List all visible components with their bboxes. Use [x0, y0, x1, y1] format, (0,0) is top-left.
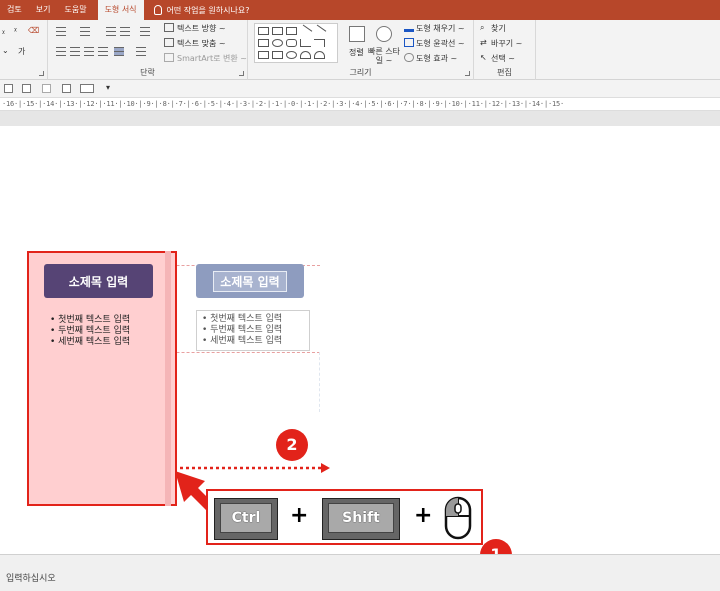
bullets-icon[interactable]	[56, 27, 66, 36]
shape-down-arrow-icon[interactable]	[272, 51, 283, 59]
arrange-icon	[349, 26, 365, 42]
quick-styles-icon	[376, 26, 392, 42]
ruler-scale: ·16·|·15·|·14·|·13·|·12·|·11·|·10·|·9·|·…	[2, 100, 565, 108]
arrange-button[interactable]: 정렬	[349, 47, 364, 58]
tab-review[interactable]: 검토	[0, 0, 29, 20]
quick-more-icon[interactable]: ▾	[106, 83, 110, 92]
shape-elbow-icon[interactable]	[314, 39, 325, 47]
columns-icon[interactable]	[136, 47, 146, 56]
replace-button[interactable]: 바꾸기 ~	[491, 38, 522, 49]
editing-group-label: 편집	[497, 68, 512, 77]
mouse-icon	[444, 496, 472, 540]
shape-arc-icon[interactable]	[300, 51, 311, 59]
align-text-button[interactable]: 텍스트 맞춤 ~	[177, 38, 226, 49]
align-text-icon	[164, 38, 174, 47]
ribbon: ᵪ ᵡ ⌫ ⌄ 가 텍스트 방향 ~ 텍스트 맞춤 ~ SmartArt로 변환…	[0, 20, 720, 80]
drawing-launcher-icon[interactable]	[465, 71, 470, 76]
shape-fill-icon	[404, 23, 414, 32]
drawing-group: 정렬 빠른 스타일 ~ 도형 채우기 ~ 도형 윤곽선 ~ 도형 효과 ~ 그리…	[248, 20, 474, 80]
drag-direction-arrowhead	[321, 463, 330, 473]
plus-sign: +	[414, 503, 433, 528]
select-button[interactable]: 선택 ~	[491, 53, 515, 64]
shift-key: Shift	[322, 498, 400, 540]
align-left-icon[interactable]	[56, 47, 66, 56]
step-2-badge: 2	[276, 429, 308, 461]
status-notes-placeholder[interactable]: 입력하십시오	[6, 571, 56, 584]
shape-rect-icon[interactable]	[258, 39, 269, 47]
shape-curve-icon[interactable]	[314, 51, 325, 59]
drawing-group-label: 그리기	[349, 68, 372, 77]
smartart-icon	[164, 53, 174, 62]
find-button[interactable]: 찾기	[491, 23, 506, 34]
shape-outline-icon	[404, 38, 414, 47]
shape-arrow-icon[interactable]	[258, 27, 269, 35]
superscript-icon[interactable]: ᵡ	[14, 26, 17, 35]
justify-icon[interactable]	[98, 47, 108, 56]
shortcut-keys: Ctrl + Shift +	[206, 489, 483, 545]
shape-rounded-rect-icon[interactable]	[286, 39, 297, 47]
numbering-icon[interactable]	[80, 27, 90, 36]
shape-line-icon[interactable]	[298, 24, 313, 38]
shape-fill-button[interactable]: 도형 채우기 ~	[416, 23, 465, 34]
subscript-icon[interactable]: ᵪ	[2, 26, 5, 35]
shape-line2-icon[interactable]	[312, 24, 327, 38]
align-center-icon[interactable]	[70, 47, 80, 56]
find-icon: ⌕	[480, 23, 485, 32]
shape-effects-icon	[404, 53, 414, 62]
quick-icon-5[interactable]	[80, 84, 94, 93]
shape-chevron-icon[interactable]	[272, 27, 283, 35]
quick-styles-button[interactable]: 빠른 스타일 ~	[368, 47, 400, 65]
distribute-icon[interactable]	[114, 47, 124, 56]
font-launcher-icon[interactable]	[39, 71, 44, 76]
quick-icon-1[interactable]	[4, 84, 13, 93]
increase-indent-icon[interactable]	[120, 27, 130, 36]
shape-effects-button[interactable]: 도형 효과 ~	[416, 53, 457, 64]
editing-group: ⌕ 찾기 ⇄ 바꾸기 ~ ↖ 선택 ~ 편집	[474, 20, 536, 80]
shift-key-label: Shift	[328, 503, 394, 533]
plus-sign: +	[290, 503, 309, 528]
shape-smiley-icon[interactable]	[286, 51, 297, 59]
tab-shape-format[interactable]: 도형 서식	[97, 0, 144, 20]
replace-icon: ⇄	[480, 38, 487, 47]
convert-smartart-button[interactable]: SmartArt로 변환 ~	[177, 53, 247, 64]
font-color-icon[interactable]: 가	[18, 46, 25, 57]
paragraph-launcher-icon[interactable]	[239, 71, 244, 76]
quick-icon-4[interactable]	[62, 84, 71, 93]
horizontal-ruler: ·16·|·15·|·14·|·13·|·12·|·11·|·10·|·9·|·…	[0, 97, 720, 111]
shape-triangle-icon[interactable]	[300, 39, 311, 47]
shapes-gallery[interactable]	[254, 23, 338, 63]
quick-icon-3[interactable]	[42, 84, 51, 93]
paragraph-group: 텍스트 방향 ~ 텍스트 맞춤 ~ SmartArt로 변환 ~ 단락	[48, 20, 248, 80]
quick-toolbar: ▾	[0, 80, 720, 97]
case-icon[interactable]: ⌄	[2, 46, 9, 55]
shape-textbox-icon[interactable]	[286, 27, 297, 35]
tell-me-text: 어떤 작업을 원하시나요?	[166, 5, 250, 15]
ruler-gap	[0, 111, 720, 126]
quick-icon-2[interactable]	[22, 84, 31, 93]
tell-me-box[interactable]: 어떤 작업을 원하시나요?	[153, 5, 250, 16]
decrease-indent-icon[interactable]	[106, 27, 116, 36]
status-bar: 입력하십시오	[0, 554, 720, 591]
select-icon: ↖	[480, 53, 487, 62]
ctrl-key: Ctrl	[214, 498, 278, 540]
tab-help[interactable]: 도움말	[57, 0, 93, 20]
paragraph-group-label: 단락	[140, 68, 155, 77]
tab-view[interactable]: 보기	[29, 0, 58, 20]
lightbulb-icon	[153, 5, 162, 15]
shape-outline-button[interactable]: 도형 윤곽선 ~	[416, 38, 465, 49]
text-direction-icon	[164, 23, 174, 32]
shape-oval-icon[interactable]	[272, 39, 283, 47]
font-group-fragment: ᵪ ᵡ ⌫ ⌄ 가	[0, 20, 48, 80]
clear-format-icon[interactable]: ⌫	[28, 26, 39, 35]
line-spacing-icon[interactable]	[140, 27, 150, 36]
ribbon-tab-bar: 검토 보기 도움말 도형 서식 어떤 작업을 원하시나요?	[0, 0, 720, 20]
align-right-icon[interactable]	[84, 47, 94, 56]
ctrl-key-label: Ctrl	[220, 503, 272, 533]
shape-right-arrow-icon[interactable]	[258, 51, 269, 59]
text-direction-button[interactable]: 텍스트 방향 ~	[177, 23, 226, 34]
slide-canvas[interactable]: 소제목 입력 • 첫번째 텍스트 입력 • 두번째 텍스트 입력 • 세번째 텍…	[0, 126, 720, 571]
